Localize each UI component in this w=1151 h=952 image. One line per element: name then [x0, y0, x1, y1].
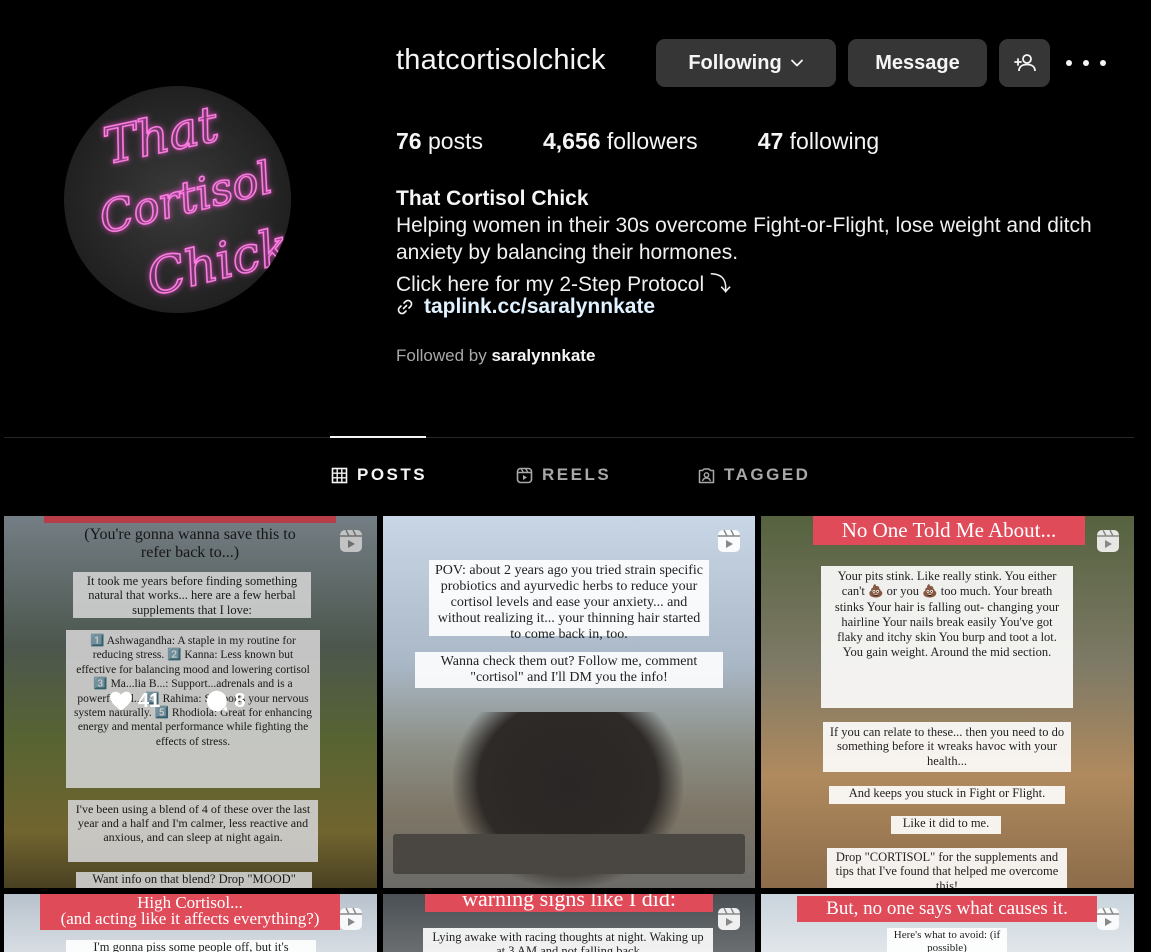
post-comments-count: 8 — [234, 689, 246, 712]
post-title: But, no one says what causes it. — [797, 896, 1097, 922]
followed-by-user[interactable]: saralynnkate — [491, 346, 595, 365]
followers-count: 4,656 — [542, 128, 601, 154]
posts-count: 76 — [396, 128, 422, 154]
following-label: following — [789, 128, 880, 154]
more-options-icon[interactable] — [1066, 52, 1106, 74]
link-icon — [397, 299, 413, 315]
followers-label: followers — [606, 128, 698, 154]
followed-by-prefix: Followed by — [396, 346, 487, 365]
profile-stats: 76 posts 4,656 followers 47 following — [396, 128, 939, 155]
following-button[interactable]: Following — [656, 39, 836, 87]
reel-icon — [340, 907, 362, 930]
comment-icon — [207, 690, 228, 712]
post-text-box: Drop "CORTISOL" for the supplements and … — [827, 848, 1067, 888]
tab-tagged-label: TAGGED — [724, 465, 811, 484]
post-title: warning signs like I did: — [425, 894, 713, 912]
following-button-label: Following — [688, 51, 782, 74]
bio-link-text: taplink.cc/saralynnkate — [424, 295, 656, 318]
post-text-box: POV: about 2 years ago you tried strain … — [429, 560, 709, 642]
tab-reels[interactable]: REELS — [516, 465, 611, 485]
post-text-box: Wanna check them out? Follow me, comment… — [415, 652, 723, 688]
post-tile[interactable]: warning signs like I did: Lying awake wi… — [383, 894, 755, 952]
grid-icon — [331, 467, 348, 483]
post-title: No One Told Me About... — [813, 516, 1085, 545]
post-tile[interactable]: POV: about 2 years ago you tried strain … — [383, 516, 755, 888]
followers-stat[interactable]: 4,656 followers — [543, 128, 698, 155]
avatar-text-that: That — [98, 95, 224, 176]
posts-stat: 76 posts — [396, 128, 483, 155]
message-button-label: Message — [875, 51, 960, 74]
reels-icon — [516, 467, 533, 483]
post-likes-count: 41 — [138, 689, 161, 712]
tab-posts[interactable]: POSTS — [331, 465, 427, 485]
heart-icon — [110, 691, 132, 711]
reel-icon — [1097, 529, 1119, 552]
active-tab-indicator — [330, 436, 426, 438]
post-tile[interactable]: High Cortisol... (and acting like it aff… — [4, 894, 377, 952]
tab-posts-label: POSTS — [357, 465, 428, 484]
post-subtitle-line: (and acting like it affects everything?) — [60, 909, 320, 928]
post-engagement-overlay: 41 8 — [108, 688, 245, 714]
post-tile[interactable]: No One Told Me About... Your pits stink.… — [761, 516, 1134, 888]
post-text-box: Lying awake with racing thoughts at nigh… — [423, 928, 713, 952]
post-text-box: If you can relate to these... then you n… — [823, 722, 1071, 772]
tabs-divider — [4, 437, 1134, 438]
message-button[interactable]: Message — [848, 39, 987, 87]
profile-avatar[interactable]: That Cortisol Chick — [64, 86, 291, 313]
tagged-icon — [698, 467, 715, 483]
post-text-box: And keeps you stuck in Fight or Flight. — [829, 786, 1065, 804]
reel-icon — [718, 529, 740, 552]
bio-link[interactable]: taplink.cc/saralynnkate — [396, 295, 655, 319]
bio-line-3: Click here for my 2-Step Protocol ⤵ — [396, 273, 731, 296]
post-title: High Cortisol... (and acting like it aff… — [40, 894, 340, 930]
bio-line-1: Helping women in their 30s overcome Figh… — [396, 214, 1092, 237]
post-photo-bench — [393, 834, 745, 874]
tab-reels-label: REELS — [542, 465, 612, 484]
avatar-neon-logo: That Cortisol Chick — [94, 94, 291, 308]
post-text-box: Like it did to me. — [891, 816, 1001, 834]
add-user-icon — [1013, 54, 1036, 72]
profile-username: thatcortisolchick — [396, 44, 606, 76]
following-stat[interactable]: 47 following — [758, 128, 879, 155]
following-count: 47 — [757, 128, 784, 154]
bio-name: That Cortisol Chick — [396, 187, 589, 210]
post-text-box: I'm gonna piss some people off, but it's — [66, 940, 316, 952]
tab-tagged[interactable]: TAGGED — [698, 465, 810, 485]
post-text-box: Your pits stink. Like really stink. You … — [821, 566, 1073, 708]
reel-icon — [1097, 907, 1119, 930]
post-tile[interactable]: But, no one says what causes it. Here's … — [761, 894, 1134, 952]
post-text-box: Here's what to avoid: (if possible) — [887, 928, 1007, 952]
followed-by[interactable]: Followed by saralynnkate — [396, 346, 595, 366]
reel-icon — [718, 907, 740, 930]
chevron-down-icon — [790, 59, 803, 67]
bio-line-2: anxiety by balancing their hormones. — [396, 241, 739, 264]
posts-label: posts — [427, 128, 483, 154]
suggested-users-button[interactable] — [999, 39, 1050, 87]
